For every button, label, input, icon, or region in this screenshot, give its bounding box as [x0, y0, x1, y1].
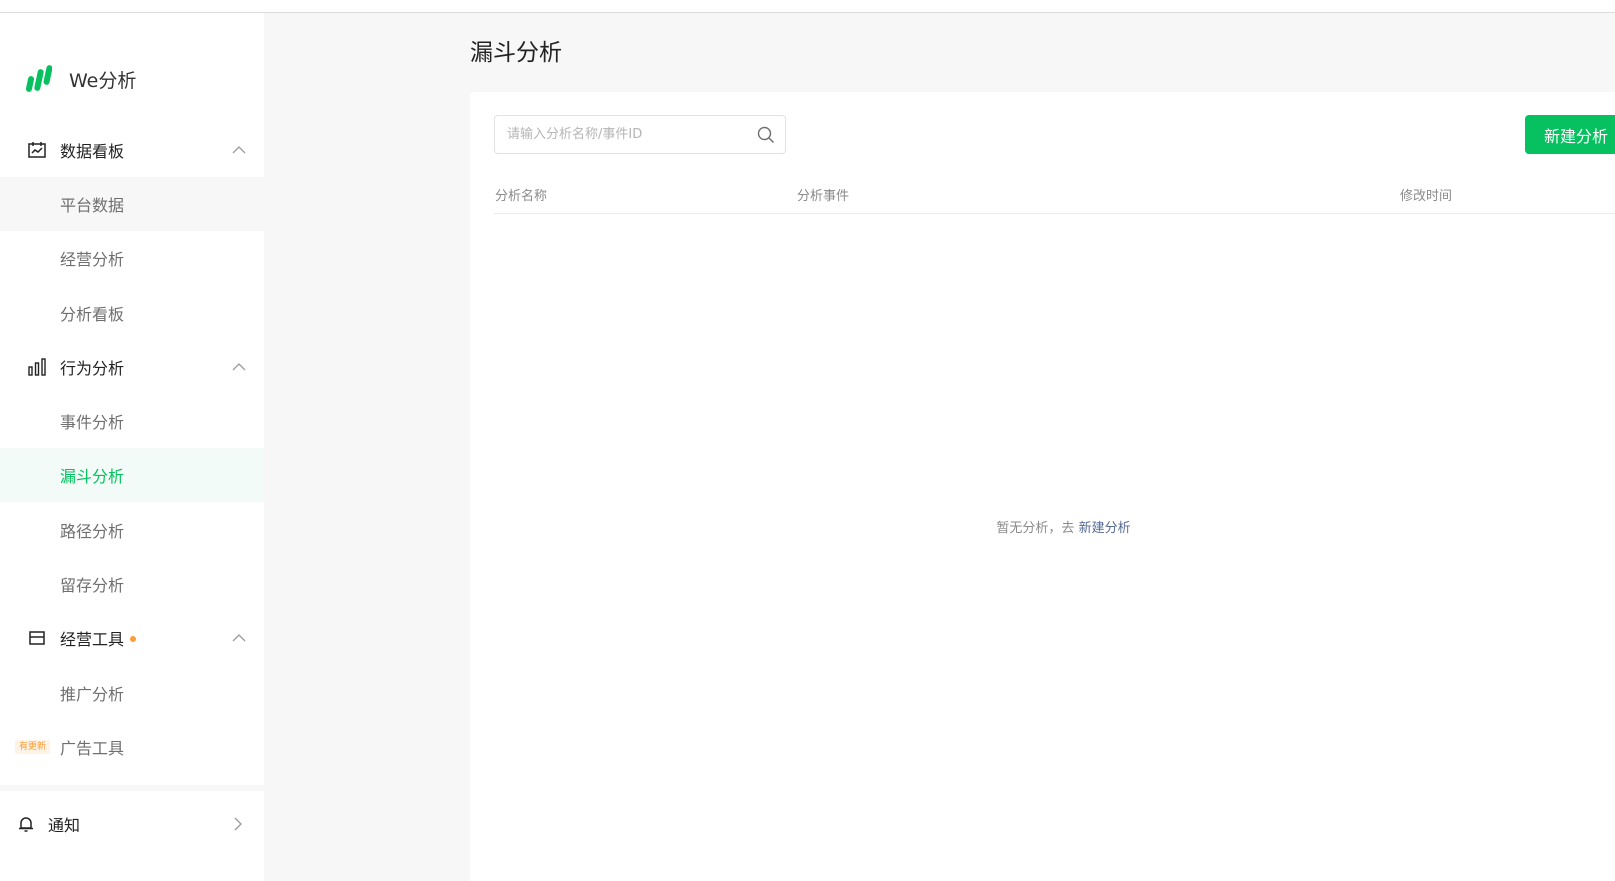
column-header-name: 分析名称: [495, 189, 548, 204]
new-analysis-button[interactable]: 新建分析: [1525, 115, 1615, 154]
column-header-modified-time: 修改时间: [1400, 189, 1453, 204]
sidebar-item-analysis-board[interactable]: 分析看板: [0, 286, 264, 340]
notify-label: 通知: [48, 816, 81, 835]
sidebar-item-label: 分析看板: [60, 305, 125, 324]
sidebar-item-label: 广告工具: [60, 739, 125, 758]
bar-chart-icon: [28, 358, 46, 376]
sidebar-item-business-analysis[interactable]: 经营分析: [0, 231, 264, 285]
empty-state: 暂无分析，去 新建分析: [470, 517, 1615, 536]
sidebar-item-platform-data[interactable]: 平台数据: [0, 177, 264, 231]
empty-state-text: 暂无分析，去: [996, 521, 1075, 536]
nav-group-business-tools[interactable]: 经营工具: [0, 611, 264, 665]
sidebar-item-label: 经营分析: [60, 250, 125, 269]
search-icon[interactable]: [757, 126, 775, 144]
nav-group-behavior[interactable]: 行为分析: [0, 340, 264, 394]
sidebar-item-promotion-analysis[interactable]: 推广分析: [0, 666, 264, 720]
sidebar-item-label: 漏斗分析: [60, 467, 125, 486]
dashboard-icon: [28, 142, 46, 158]
sidebar-item-ad-tools[interactable]: 有更新 广告工具: [0, 720, 264, 774]
chevron-up-icon[interactable]: [232, 360, 246, 374]
sidebar-item-label: 路径分析: [60, 522, 125, 541]
brand-name: We分析: [69, 69, 137, 92]
chevron-up-icon[interactable]: [232, 143, 246, 157]
sidebar-item-retention-analysis[interactable]: 留存分析: [0, 557, 264, 611]
sidebar-item-label: 留存分析: [60, 576, 125, 595]
main-panel: 新建分析 分析名称 分析事件 修改时间 暂无分析，去 新建分析: [470, 92, 1615, 881]
nav-group-dashboard[interactable]: 数据看板: [0, 123, 264, 177]
table-header: 分析名称 分析事件 修改时间: [494, 174, 1615, 214]
chevron-up-icon[interactable]: [232, 631, 246, 645]
sidebar-item-label: 事件分析: [60, 413, 125, 432]
search-box[interactable]: [494, 115, 786, 154]
browser-bookmarks-bar: [0, 0, 1615, 13]
sidebar-item-funnel-analysis[interactable]: 漏斗分析: [0, 448, 264, 502]
chevron-right-icon: [234, 817, 242, 831]
notifications-entry[interactable]: 通知: [0, 798, 264, 850]
page-title: 漏斗分析: [470, 40, 562, 66]
nav-group-label: 行为分析: [60, 359, 125, 378]
nav-group-label-text: 经营工具: [60, 630, 125, 649]
update-dot: [130, 635, 137, 642]
sidebar-item-label: 推广分析: [60, 685, 125, 704]
empty-state-create-link[interactable]: 新建分析: [1079, 521, 1131, 536]
sidebar-item-label: 平台数据: [60, 196, 125, 215]
sidebar-item-event-analysis[interactable]: 事件分析: [0, 394, 264, 448]
sidebar-divider: [0, 785, 264, 791]
brand-logo[interactable]: We分析: [26, 64, 136, 94]
bell-icon: [19, 817, 33, 832]
nav-group-label: 数据看板: [60, 142, 125, 161]
column-header-event: 分析事件: [797, 189, 850, 204]
we-analysis-logo-icon: [26, 65, 52, 92]
store-icon: [29, 631, 45, 645]
search-input[interactable]: [507, 116, 747, 153]
sidebar: We分析 数据看板 平台数据 经营分析 分析看板 行为分析 事件分析 漏斗分析 …: [0, 13, 264, 881]
sidebar-item-path-analysis[interactable]: 路径分析: [0, 503, 264, 557]
nav-group-label: 经营工具: [60, 626, 137, 650]
update-badge: 有更新: [15, 740, 51, 754]
